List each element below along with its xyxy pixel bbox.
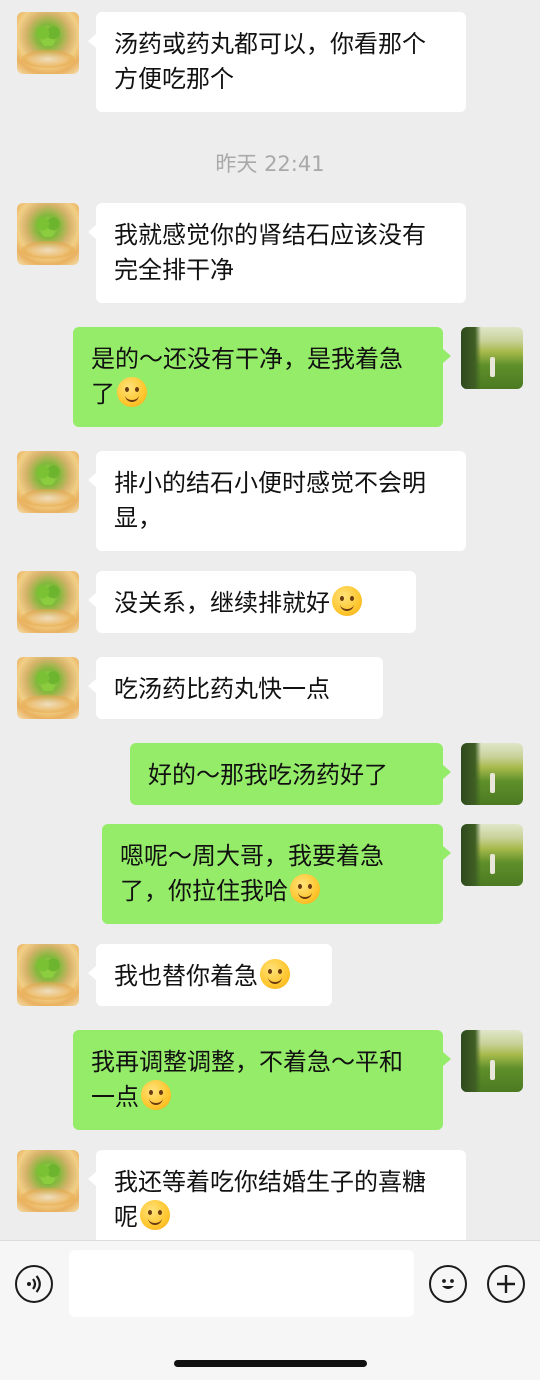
plus-sign-icon xyxy=(497,1275,515,1293)
message-text: 我也替你着急 xyxy=(114,962,258,990)
message-bubble[interactable]: 好的～那我吃汤药好了 xyxy=(130,743,451,805)
crying-emoji xyxy=(141,1080,171,1110)
tears-of-joy-emoji xyxy=(290,874,320,904)
contact-avatar[interactable] xyxy=(17,657,79,719)
home-indicator[interactable] xyxy=(174,1360,367,1367)
plus-icon[interactable] xyxy=(487,1265,525,1303)
message-bubble[interactable]: 嗯呢～周大哥，我要着急了，你拉住我哈 xyxy=(102,824,451,924)
timestamp: 昨天 22:41 xyxy=(215,152,325,176)
contact-avatar[interactable] xyxy=(17,12,79,74)
message-bubble[interactable]: 没关系，继续排就好 xyxy=(88,571,416,633)
message-text: 好的～那我吃汤药好了 xyxy=(148,761,388,789)
user-avatar[interactable] xyxy=(461,824,523,886)
contact-avatar[interactable] xyxy=(17,451,79,513)
smile-emoji xyxy=(332,586,362,616)
message-input[interactable] xyxy=(69,1250,414,1317)
message-bubble[interactable]: 我再调整调整，不着急～平和一点 xyxy=(73,1030,451,1130)
user-avatar[interactable] xyxy=(461,743,523,805)
voice-icon[interactable] xyxy=(15,1265,53,1303)
contact-avatar[interactable] xyxy=(17,1150,79,1212)
message-bubble[interactable]: 排小的结石小便时感觉不会明显， xyxy=(88,451,466,551)
message-text: 我再调整调整，不着急～平和一点 xyxy=(91,1048,403,1111)
voice-wave-icon xyxy=(27,1275,41,1293)
message-bubble[interactable]: 我就感觉你的肾结石应该没有完全排干净 xyxy=(88,203,466,303)
chat-area[interactable]: 汤药或药丸都可以，你看那个方便吃那个 昨天 22:41 我就感觉你的肾结石应该没… xyxy=(0,0,540,1240)
message-text: 嗯呢～周大哥，我要着急了，你拉住我哈 xyxy=(120,842,384,905)
message-bubble[interactable]: 吃汤药比药丸快一点 xyxy=(88,657,383,719)
thinking-emoji xyxy=(260,959,290,989)
emoji-icon[interactable] xyxy=(429,1265,467,1303)
user-avatar[interactable] xyxy=(461,1030,523,1092)
message-bubble[interactable]: 是的～还没有干净，是我着急了 xyxy=(73,327,451,427)
message-text: 没关系，继续排就好 xyxy=(114,589,330,617)
contact-avatar[interactable] xyxy=(17,203,79,265)
smiley-face-icon xyxy=(442,1279,454,1289)
message-text: 汤药或药丸都可以，你看那个方便吃那个 xyxy=(114,30,426,93)
message-text: 我就感觉你的肾结石应该没有完全排干净 xyxy=(114,221,426,284)
user-avatar[interactable] xyxy=(461,327,523,389)
message-text: 排小的结石小便时感觉不会明显， xyxy=(114,469,426,532)
message-text: 吃汤药比药丸快一点 xyxy=(114,675,330,703)
message-bubble[interactable]: 我还等着吃你结婚生子的喜糖呢 xyxy=(88,1150,466,1240)
smile-emoji xyxy=(140,1200,170,1230)
contact-avatar[interactable] xyxy=(17,944,79,1006)
contact-avatar[interactable] xyxy=(17,571,79,633)
laugh-cry-emoji xyxy=(117,377,147,407)
message-bubble[interactable]: 汤药或药丸都可以，你看那个方便吃那个 xyxy=(88,12,466,112)
message-bubble[interactable]: 我也替你着急 xyxy=(88,944,332,1006)
